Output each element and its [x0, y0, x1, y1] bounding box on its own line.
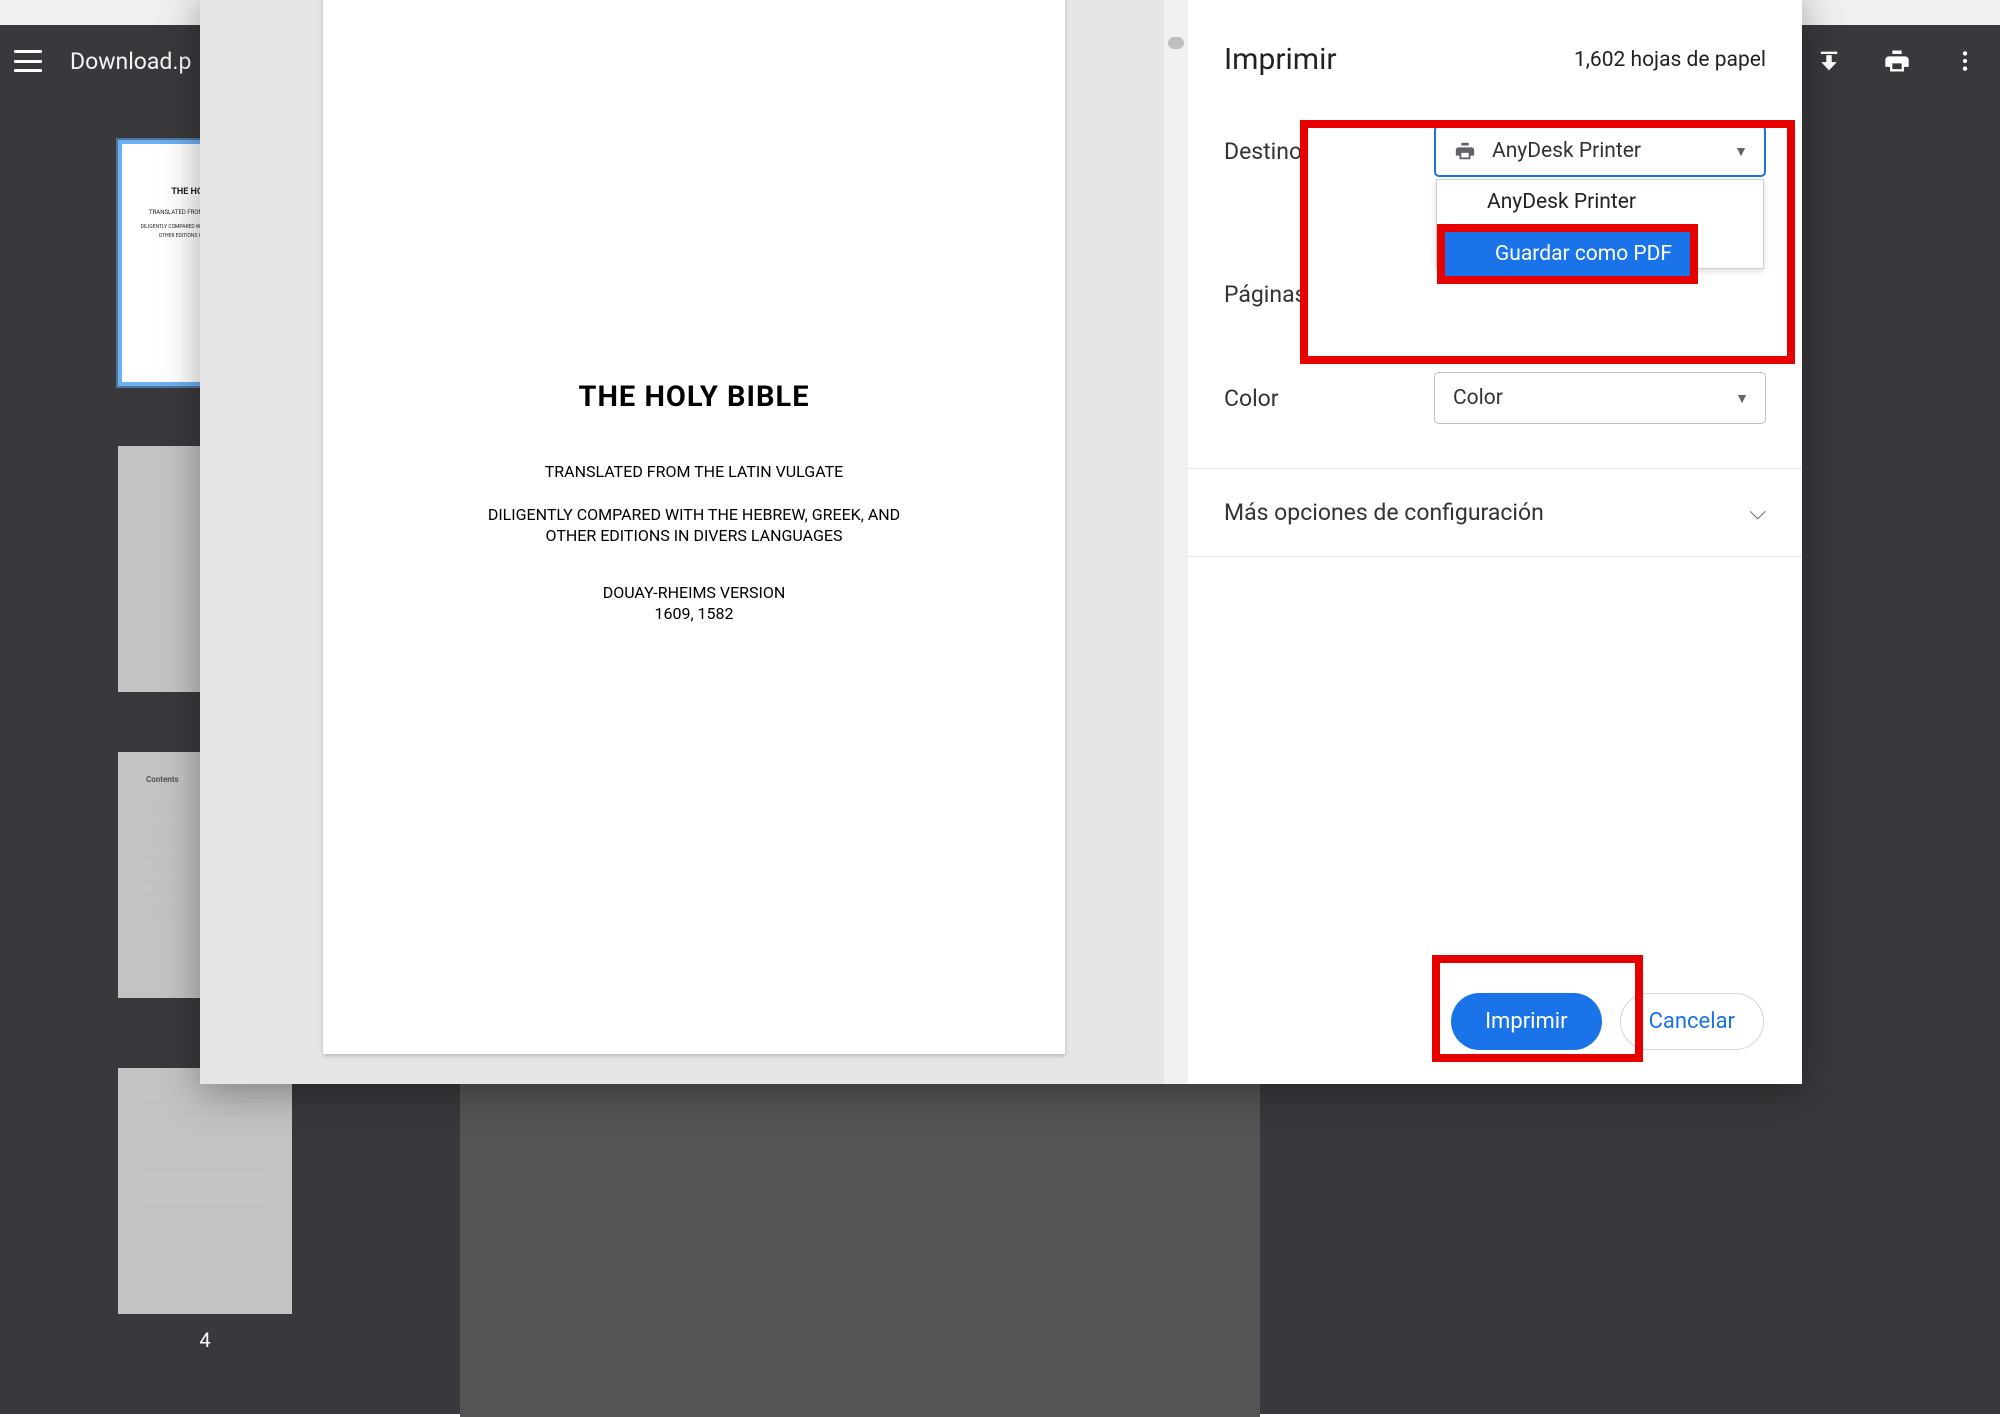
dropdown-option-see-more[interactable]: Ver más...	[1437, 224, 1763, 268]
pages-label: Páginas	[1224, 281, 1414, 308]
dropdown-option-anydesk[interactable]: AnyDesk Printer	[1437, 180, 1763, 224]
print-preview-pane: THE HOLY BIBLE TRANSLATED FROM THE LATIN…	[200, 0, 1188, 1084]
download-icon[interactable]	[1814, 46, 1844, 76]
destination-select[interactable]: AnyDesk Printer ▼ AnyDesk Printer Guarda…	[1434, 125, 1766, 177]
more-icon[interactable]	[1950, 46, 1980, 76]
sheets-count: 1,602 hojas de papel	[1574, 48, 1766, 72]
print-button[interactable]: Imprimir	[1451, 993, 1602, 1050]
pdf-filename: Download.p	[70, 48, 191, 75]
color-label: Color	[1224, 385, 1414, 412]
destination-label: Destino	[1224, 138, 1414, 165]
print-icon[interactable]	[1882, 46, 1912, 76]
color-value: Color	[1453, 386, 1503, 410]
print-dialog-title: Imprimir	[1224, 42, 1337, 77]
menu-icon[interactable]	[14, 50, 42, 72]
destination-value: AnyDesk Printer	[1492, 139, 1641, 163]
chevron-down-icon: ▼	[1734, 143, 1748, 160]
more-settings-label: Más opciones de configuración	[1224, 499, 1544, 526]
preview-title: THE HOLY BIBLE	[578, 380, 809, 414]
preview-years: 1609, 1582	[654, 604, 733, 623]
color-select[interactable]: Color ▼	[1434, 372, 1766, 424]
preview-sub1: TRANSLATED FROM THE LATIN VULGATE	[545, 462, 844, 481]
chevron-down-icon: ▼	[1735, 390, 1749, 407]
chevron-down-icon: ⌵	[1749, 500, 1766, 525]
preview-version: DOUAY-RHEIMS VERSION	[603, 583, 786, 602]
printer-icon	[1454, 140, 1476, 162]
preview-sub2a: DILIGENTLY COMPARED WITH THE HEBREW, GRE…	[488, 505, 900, 524]
preview-page: THE HOLY BIBLE TRANSLATED FROM THE LATIN…	[323, 0, 1065, 1054]
print-options-pane: Imprimir 1,602 hojas de papel Destino An…	[1188, 0, 1802, 1084]
preview-sub2b: OTHER EDITIONS IN DIVERS LANGUAGES	[546, 526, 843, 545]
thumbnail-page-number: 4	[199, 1328, 210, 1352]
print-dialog: THE HOLY BIBLE TRANSLATED FROM THE LATIN…	[200, 0, 1802, 1084]
preview-scrollbar[interactable]	[1164, 0, 1188, 1084]
cancel-button[interactable]: Cancelar	[1620, 993, 1764, 1050]
more-settings-toggle[interactable]: Más opciones de configuración ⌵	[1188, 468, 1802, 557]
thumbnail-page-4[interactable]: 4	[118, 1068, 292, 1314]
destination-dropdown: AnyDesk Printer Guardar como PDF Ver más…	[1436, 179, 1764, 269]
